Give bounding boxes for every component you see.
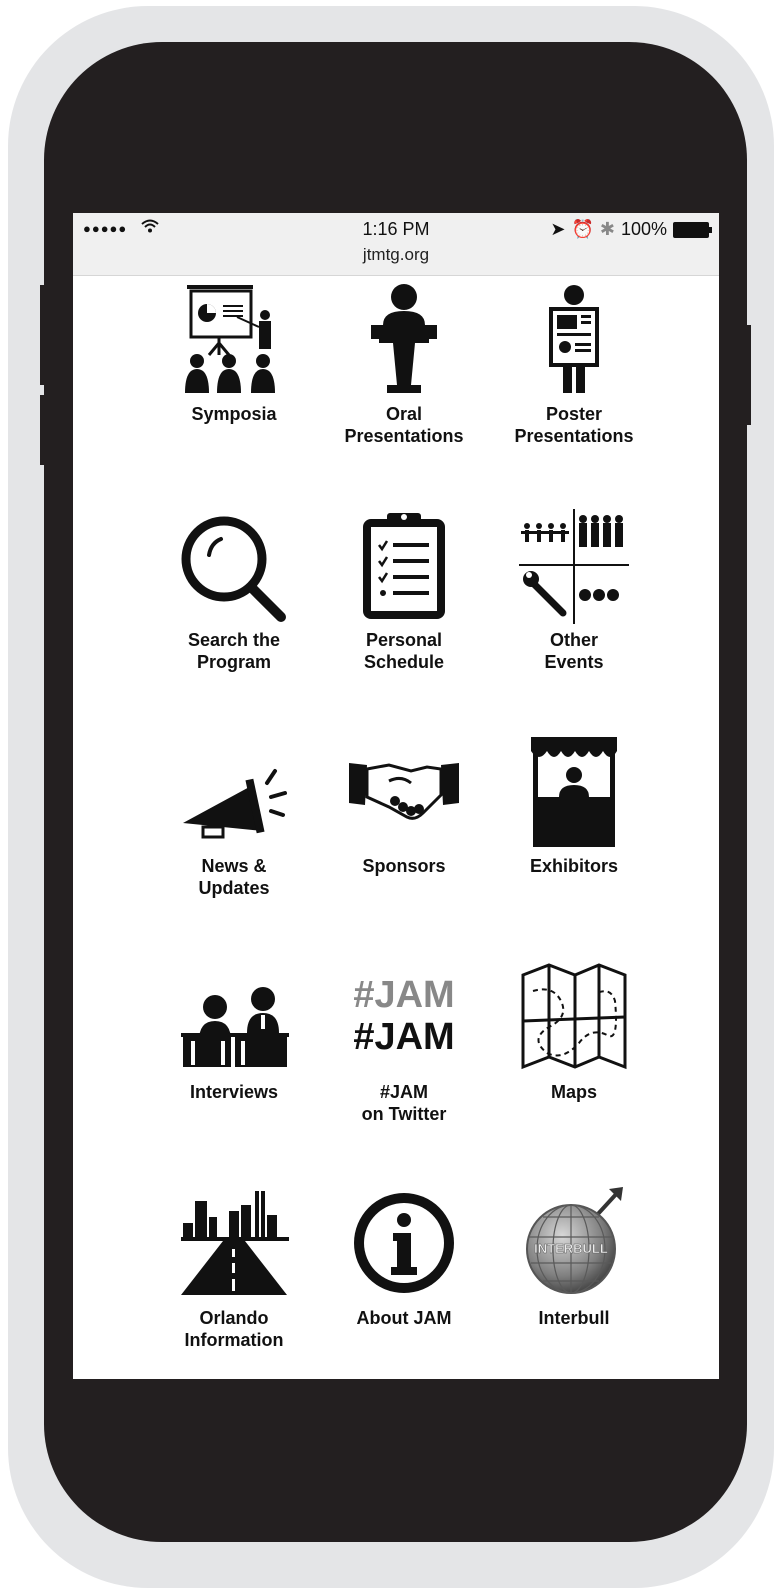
presentation-icon <box>185 285 275 393</box>
booth-icon <box>531 737 617 847</box>
menu-item-label: News & Updates <box>198 856 270 898</box>
battery-percent: 100% <box>620 219 667 239</box>
menu-item-label: Exhibitors <box>529 856 618 876</box>
city-road-icon <box>181 1191 289 1295</box>
clipboard-icon <box>363 513 445 619</box>
address-bar-url[interactable]: jtmtg.org <box>73 245 719 265</box>
globe-text: INTERBULL <box>534 1241 608 1256</box>
interview-icon <box>181 987 289 1067</box>
status-right-group: ➤ ⏰ ✱ 100% <box>550 219 712 240</box>
megaphone-icon <box>183 769 287 839</box>
hashtag-top-text: #JAM <box>353 974 454 1016</box>
volume-down-button <box>40 395 46 465</box>
alarm-icon: ⏰ <box>571 219 594 239</box>
menu-item-label: Orlando Information <box>184 1308 284 1350</box>
menu-item-label: #JAM on Twitter <box>361 1082 447 1124</box>
menu-item-label: Maps <box>550 1082 597 1102</box>
bluetooth-icon: ✱ <box>599 219 615 239</box>
menu-item-label: Symposia <box>191 404 277 424</box>
power-button <box>745 325 751 425</box>
menu-item-label: Poster Presentations <box>514 404 634 446</box>
location-arrow-icon: ➤ <box>550 219 566 239</box>
volume-up-button <box>40 285 46 385</box>
map-icon <box>521 963 627 1070</box>
info-icon <box>354 1193 454 1293</box>
menu-item-label: Oral Presentations <box>344 404 464 446</box>
menu-item-label: Search the Program <box>187 630 281 672</box>
menu-item-label: Personal Schedule <box>363 630 445 672</box>
hashtag-bottom-text: #JAM <box>353 1016 454 1058</box>
hashtag-icon: #JAM #JAM <box>353 974 454 1058</box>
handshake-icon <box>349 763 459 820</box>
battery-icon <box>673 221 712 238</box>
menu-item-label: Interviews <box>189 1082 279 1102</box>
menu-item-label: About JAM <box>356 1308 452 1328</box>
menu-item-label: Other Events <box>544 630 604 672</box>
globe-icon: INTERBULL <box>526 1187 623 1294</box>
events-grid-icon <box>519 509 629 624</box>
phone-screen: ●●●●● 1:16 PM jtmtg.org ➤ ⏰ ✱ 100% Sympo… <box>73 213 719 1379</box>
podium-icon <box>371 284 437 393</box>
browser-status-bar: ●●●●● 1:16 PM jtmtg.org ➤ ⏰ ✱ 100% <box>73 213 719 276</box>
menu-item-label: Sponsors <box>362 856 446 876</box>
magnifier-icon <box>181 516 286 622</box>
menu-item-label: Interbull <box>538 1308 610 1328</box>
poster-person-icon <box>549 285 599 393</box>
